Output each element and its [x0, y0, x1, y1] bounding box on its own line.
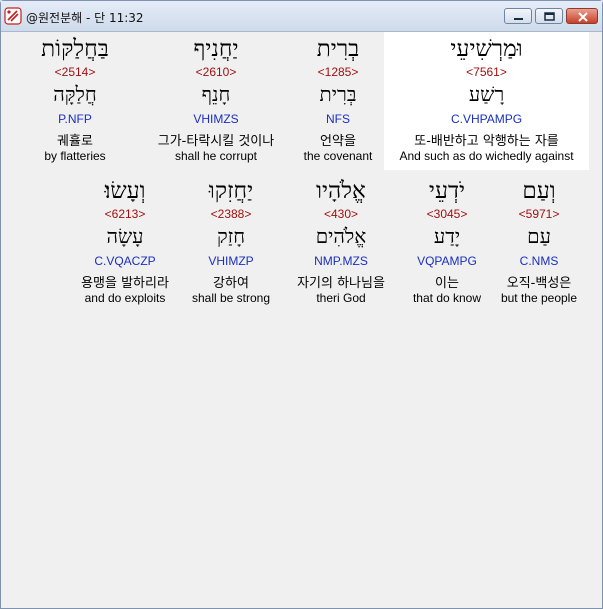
- parsing-code: NMP.MZS: [314, 254, 368, 268]
- word-cell[interactable]: יַחֲזִקוּ <2388> חָזַק VHIMZP 강하여 shall …: [183, 174, 279, 312]
- hebrew-lemma: חָנֵף: [201, 82, 231, 106]
- english-gloss: And such as do wichedly against: [399, 149, 574, 163]
- maximize-icon: [544, 12, 555, 21]
- word-cell-selected[interactable]: וּמַרְשִׁיעֵי <7561> רָשַׁע C.VHPAMPG 또-…: [384, 32, 589, 170]
- word-cell[interactable]: יֹדְעֵי <3045> יָדַע VQPAMPG 이는 that do …: [403, 174, 491, 312]
- close-icon: [578, 12, 588, 22]
- hebrew-lemma: אֱלֹהִים: [315, 224, 367, 248]
- maximize-button[interactable]: [535, 8, 563, 24]
- english-gloss: and do exploits: [84, 291, 166, 305]
- word-cell[interactable]: אֱלֹהָיו <430> אֱלֹהִים NMP.MZS 자기의 하나님을…: [281, 174, 401, 312]
- title-bar[interactable]: @원전분해 - 단 11:32: [1, 1, 602, 32]
- hebrew-lemma: חֲלַקָּה: [53, 82, 97, 106]
- english-gloss: but the people: [500, 291, 578, 305]
- word-cell[interactable]: בַּחֲלַקּוֹת <2514> חֲלַקָּה P.NFP 궤휼로 b…: [5, 32, 145, 170]
- korean-gloss: 언약을: [320, 134, 356, 149]
- strong-number: <3045>: [426, 207, 468, 221]
- hebrew-lemma: חָזַק: [216, 224, 246, 248]
- hebrew-word: וּמַרְשִׁיעֵי: [450, 36, 523, 62]
- hebrew-word: יֹדְעֵי: [428, 178, 466, 204]
- strong-number: <7561>: [466, 65, 507, 79]
- word-cell[interactable]: וְעָשׂוּ׃ <6213> עָשָׂה C.VQACZP 용맹을 발하리…: [65, 174, 185, 312]
- parsing-code: VHIMZS: [193, 112, 239, 126]
- strong-number: <1285>: [317, 65, 359, 79]
- hebrew-word: וְעַם: [522, 178, 556, 204]
- korean-gloss: 그가-타락시킬 것이나: [157, 134, 275, 149]
- english-gloss: theri God: [316, 291, 366, 305]
- hebrew-word: בַּחֲלַקּוֹת: [41, 36, 109, 62]
- hebrew-word: וְעָשׂוּ׃: [104, 178, 146, 204]
- english-gloss: by flatteries: [44, 149, 106, 163]
- word-cell[interactable]: וְעַם <5971> עַם C.NMS 오직-백성은 but the pe…: [493, 174, 585, 312]
- english-gloss: shall he corrupt: [174, 149, 258, 163]
- strong-number: <6213>: [104, 207, 146, 221]
- parsing-code: C.NMS: [519, 254, 559, 268]
- word-cell[interactable]: יַחֲנִיף <2610> חָנֵף VHIMZS 그가-타락시킬 것이나…: [143, 32, 289, 170]
- korean-gloss: 궤휼로: [57, 134, 93, 149]
- minimize-button[interactable]: [504, 8, 532, 24]
- minimize-icon: [514, 18, 523, 20]
- hebrew-word: יַחֲזִקוּ: [208, 178, 254, 204]
- parsing-code: C.VHPAMPG: [450, 112, 523, 126]
- hebrew-word: אֱלֹהָיו: [316, 178, 366, 204]
- app-logo-icon: [4, 7, 22, 25]
- english-gloss: shall be strong: [191, 291, 271, 305]
- korean-gloss: 용맹을 발하리라: [81, 276, 169, 291]
- korean-gloss: 강하여: [213, 276, 249, 291]
- app-window: @원전분해 - 단 11:32 בַּחֲלַקּוֹת <2514> חֲלַ…: [0, 0, 603, 609]
- hebrew-word: בְרִית: [316, 36, 360, 62]
- parsing-code: NFS: [326, 112, 350, 126]
- parsing-code: P.NFP: [58, 112, 92, 126]
- hebrew-lemma: בְּרִית: [319, 82, 357, 106]
- english-gloss: the covenant: [303, 149, 373, 163]
- hebrew-lemma: עָשָׂה: [106, 224, 144, 248]
- korean-gloss: 오직-백성은: [506, 276, 572, 291]
- hebrew-lemma: עַם: [527, 224, 551, 248]
- strong-number: <430>: [323, 207, 359, 221]
- strong-number: <5971>: [518, 207, 560, 221]
- hebrew-lemma: יָדַע: [433, 224, 461, 248]
- korean-gloss: 이는: [435, 276, 459, 291]
- parsing-code: VQPAMPG: [417, 254, 477, 268]
- parsing-code: C.VQACZP: [94, 254, 156, 268]
- window-title: @원전분해 - 단 11:32: [26, 11, 144, 25]
- hebrew-lemma: רָשַׁע: [468, 82, 505, 106]
- strong-number: <2388>: [210, 207, 252, 221]
- word-cell[interactable]: בְרִית <1285> בְּרִית NFS 언약을 the covena…: [293, 32, 383, 170]
- strong-number: <2610>: [195, 65, 237, 79]
- korean-gloss: 자기의 하나님을: [297, 276, 385, 291]
- korean-gloss: 또-배반하고 악행하는 자를: [414, 134, 559, 149]
- interlinear-panel: בַּחֲלַקּוֹת <2514> חֲלַקָּה P.NFP 궤휼로 b…: [5, 32, 598, 604]
- hebrew-word: יַחֲנִיף: [193, 36, 239, 62]
- parsing-code: VHIMZP: [208, 254, 254, 268]
- strong-number: <2514>: [54, 65, 96, 79]
- english-gloss: that do know: [412, 291, 482, 305]
- close-button[interactable]: [566, 8, 598, 24]
